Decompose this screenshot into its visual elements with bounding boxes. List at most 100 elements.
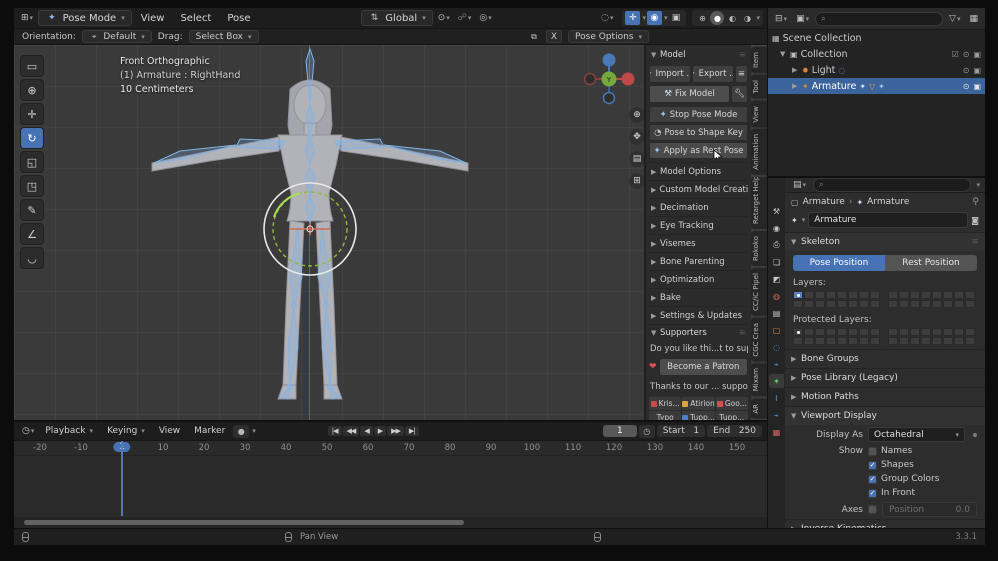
prev-keyframe-button[interactable]: ◀◀: [342, 426, 360, 436]
disable-render-icon[interactable]: ▣: [973, 66, 981, 75]
sidebar-tab[interactable]: Animation: [751, 129, 767, 175]
expand-icon[interactable]: ▼: [780, 50, 787, 58]
names-checkbox[interactable]: [868, 446, 877, 456]
playhead[interactable]: [121, 441, 123, 516]
properties-tab[interactable]: ▦: [769, 425, 784, 439]
zoom-icon[interactable]: ⊕: [629, 107, 645, 123]
drag-dropdown[interactable]: Select Box ▾: [188, 30, 259, 43]
timeline-scrollbar-track[interactable]: [14, 517, 767, 528]
panel-section-collapsed[interactable]: ▶ Model Options: [649, 162, 748, 180]
properties-tab[interactable]: ⌁: [769, 357, 784, 371]
group-colors-checkbox[interactable]: ✓: [868, 474, 877, 484]
stop-pose-mode-button[interactable]: ✦ Stop Pose Mode: [649, 106, 748, 123]
viewport-tool-button[interactable]: ↻: [20, 127, 44, 149]
supporter-button[interactable]: Atirion: [682, 397, 715, 410]
viewport-tool-button[interactable]: ▭: [20, 55, 44, 77]
wireframe-shading-icon[interactable]: ⊕: [695, 11, 709, 25]
pose-to-shape-key-button[interactable]: ◔ Pose to Shape Key: [649, 124, 748, 141]
outliner-row-armature[interactable]: ▶ ✦ Armature ✦ ▽ ✦ ⊙ ▣: [768, 78, 985, 94]
viewport-tool-button[interactable]: ✎: [20, 199, 44, 221]
shapes-checkbox[interactable]: ✓: [868, 460, 877, 470]
play-reverse-button[interactable]: ◀: [360, 426, 373, 436]
display-as-dropdown[interactable]: Octahedral ▾: [868, 427, 965, 442]
panel-section-collapsed[interactable]: ▶ Visemes: [649, 234, 748, 252]
sidebar-tab[interactable]: Mixam: [751, 363, 767, 397]
protected-layers-grid-a[interactable]: [793, 328, 880, 345]
panel-section-collapsed[interactable]: ▶ Settings & Updates: [649, 306, 748, 324]
properties-tab[interactable]: ▤: [769, 306, 784, 320]
jump-to-start-button[interactable]: |◀: [327, 426, 342, 436]
preview-range-icon[interactable]: ◷: [638, 424, 655, 438]
properties-tab[interactable]: ◌: [769, 340, 784, 354]
supporter-button[interactable]: Kris...: [649, 397, 682, 410]
show-gizmo-icon[interactable]: ✛: [625, 11, 641, 25]
panel-section-collapsed[interactable]: ▶ Bone Parenting: [649, 252, 748, 270]
timeline-scrollbar[interactable]: [24, 520, 464, 525]
layers-grid-a[interactable]: [793, 291, 880, 308]
viewport-tool-button[interactable]: ◳: [20, 175, 44, 197]
outliner-filter-collection-icon[interactable]: ▣▾: [793, 13, 812, 25]
sidebar-tab[interactable]: CC/iC Pipel: [751, 267, 767, 316]
orientation-dropdown[interactable]: ⌖ Default ▾: [81, 30, 152, 43]
supporter-button[interactable]: Goo...: [715, 397, 748, 410]
outliner-search-input[interactable]: ⌕: [815, 11, 944, 26]
jump-to-end-button[interactable]: ▶|: [404, 426, 419, 436]
xray-toggle-icon[interactable]: ▣: [668, 11, 683, 25]
mirror-x-toggle[interactable]: X: [545, 30, 563, 43]
marker-menu[interactable]: Marker: [188, 425, 231, 437]
viewport-display-section-header[interactable]: ▼ Viewport Display: [785, 407, 985, 425]
auto-key-button[interactable]: ●: [233, 424, 250, 438]
axes-checkbox[interactable]: [868, 505, 877, 514]
menu-select[interactable]: Select: [173, 11, 218, 26]
mode-dropdown[interactable]: ✦ Pose Mode ▾: [38, 10, 132, 26]
properties-tab[interactable]: ◍: [769, 289, 784, 303]
skeleton-section-header[interactable]: ▼ Skeleton ≡: [785, 233, 985, 251]
view-menu[interactable]: View: [153, 425, 186, 437]
menu-view[interactable]: View: [134, 11, 172, 26]
pin-icon[interactable]: ⚲: [972, 197, 979, 207]
transform-orientation-dropdown[interactable]: ⇅ Global ▾: [360, 10, 433, 26]
rest-position-button[interactable]: Rest Position: [885, 255, 977, 271]
expand-icon[interactable]: ▶: [792, 66, 799, 74]
properties-tab[interactable]: ◩: [769, 272, 784, 286]
properties-tab[interactable]: ▢: [769, 323, 784, 337]
outliner-display-mode-icon[interactable]: ⊟▾: [772, 13, 790, 25]
model-section-header[interactable]: ▼ Model ≡: [649, 47, 748, 63]
proportional-edit-icon[interactable]: ◎▾: [476, 12, 494, 24]
pose-options-dropdown[interactable]: Pose Options ▾: [568, 30, 649, 43]
outliner-row-scene-collection[interactable]: ▦ Scene Collection: [768, 30, 985, 46]
show-overlays-icon[interactable]: ◉: [646, 11, 662, 25]
apply-rest-pose-button[interactable]: ✦ Apply as Rest Pose: [649, 142, 748, 159]
export-model-button[interactable]: ✦Export ...: [691, 65, 734, 83]
menu-pose[interactable]: Pose: [220, 11, 257, 26]
sidebar-tab[interactable]: Rokoko: [751, 230, 767, 266]
viewport-tool-button[interactable]: ◡: [20, 247, 44, 269]
camera-view-icon[interactable]: ▤: [629, 151, 645, 167]
character-figure[interactable]: [140, 47, 480, 420]
move-view-icon[interactable]: ✥: [629, 129, 645, 145]
start-frame-field[interactable]: Start 1: [663, 426, 699, 436]
inverse-kinematics-section[interactable]: ▶Inverse Kinematics: [785, 520, 985, 528]
playback-menu[interactable]: Playback ▾: [39, 425, 99, 437]
properties-section-collapsed[interactable]: ▶ Pose Library (Legacy): [785, 369, 985, 387]
viewport-tool-button[interactable]: ∠: [20, 223, 44, 245]
viewport-3d[interactable]: Front Orthographic (1) Armature : RightH…: [14, 45, 767, 420]
fix-settings-button[interactable]: 🔧︎: [731, 85, 748, 103]
properties-editor-icon[interactable]: ▤▾: [790, 179, 809, 191]
hide-eye-icon[interactable]: ⊙: [963, 50, 970, 59]
properties-tab[interactable]: ◉: [769, 221, 784, 235]
breadcrumb-object[interactable]: Armature: [803, 197, 845, 207]
viewport-tool-button[interactable]: ⊕: [20, 79, 44, 101]
sidebar-tab[interactable]: Tool: [751, 74, 767, 99]
checkbox-icon[interactable]: ☑: [952, 50, 959, 59]
properties-search-input[interactable]: ⌕: [813, 178, 972, 192]
snap-magnet-icon[interactable]: ☍▾: [455, 12, 475, 24]
panel-section-collapsed[interactable]: ▶ Optimization: [649, 270, 748, 288]
material-shading-icon[interactable]: ◐: [725, 11, 739, 25]
properties-tab[interactable]: ⎙: [769, 238, 784, 252]
panel-section-collapsed[interactable]: ▶ Bake: [649, 288, 748, 306]
datablock-name-field[interactable]: Armature: [808, 212, 969, 228]
viewport-tool-button[interactable]: ◱: [20, 151, 44, 173]
properties-tab[interactable]: ✶: [769, 374, 784, 388]
outliner-row-light[interactable]: ▶ ✹ Light ◌ ⊙ ▣: [768, 62, 985, 78]
